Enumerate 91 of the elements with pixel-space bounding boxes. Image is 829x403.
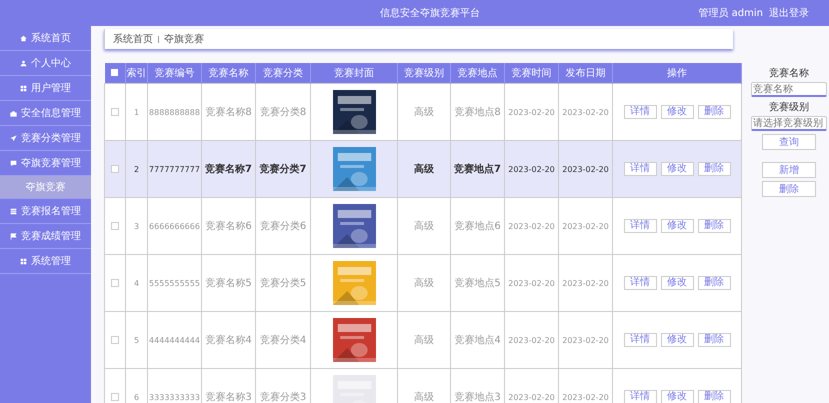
action-button[interactable]: 修改 [660, 162, 694, 176]
breadcrumb-link[interactable]: 系统首页 [113, 32, 153, 46]
action-button[interactable]: 详情 [624, 333, 656, 347]
action-button[interactable]: 修改 [660, 276, 694, 290]
table-cell: 竞赛名称7 [202, 140, 256, 198]
table-cell: 竞赛分类6 [256, 198, 310, 254]
table-cell: 2023-02-20 [558, 198, 612, 254]
select-all-checkbox[interactable] [111, 69, 118, 76]
user-label: 管理员 admin [698, 7, 763, 20]
table-cell: 竞赛地点4 [450, 312, 504, 368]
table-cell: 竞赛名称4 [202, 312, 256, 368]
person-icon [20, 60, 27, 66]
logout-link[interactable]: 退出登录 [769, 6, 809, 20]
table-cell: 竞赛名称6 [202, 198, 256, 254]
table-cell: 2023-02-20 [504, 254, 558, 312]
action-button[interactable]: 删除 [698, 390, 730, 403]
grid-icon [20, 258, 27, 264]
table-cell: 竞赛地点7 [450, 140, 504, 198]
table-cell: 3 [126, 198, 148, 254]
table-cell: 7777777777 [148, 140, 202, 198]
table-cell: 5555555555 [148, 254, 202, 312]
action-button[interactable]: 删除 [698, 162, 730, 176]
separator-icon [158, 36, 159, 42]
site-title: 信息安全夺旗竞赛平台 [380, 6, 481, 20]
table-cell: 2023-02-20 [504, 312, 558, 368]
add-button[interactable]: 新增 [762, 162, 816, 178]
action-button[interactable]: 修改 [660, 390, 694, 403]
action-button[interactable]: 详情 [624, 219, 656, 233]
home-icon [20, 34, 27, 42]
action-button[interactable]: 详情 [624, 105, 656, 119]
plane-icon [10, 134, 17, 142]
column-header: 竞赛名称 [202, 63, 256, 84]
column-header: 竞赛地点 [450, 63, 504, 84]
table-cell: 高级 [398, 312, 450, 368]
table-cell: 2023-02-20 [504, 198, 558, 254]
row-checkbox[interactable] [111, 336, 119, 344]
table-cell: 竞赛地点6 [450, 198, 504, 254]
grid-icon [20, 84, 27, 92]
table-cell: 竞赛分类4 [256, 312, 310, 368]
table-cell: 竞赛分类5 [256, 254, 310, 312]
table-cell: 2023-02-20 [558, 140, 612, 198]
action-button[interactable]: 详情 [624, 276, 656, 290]
table-cell: 6666666666 [148, 198, 202, 254]
column-header: 竞赛级别 [398, 63, 450, 84]
row-checkbox[interactable] [111, 222, 119, 230]
delete-button[interactable]: 删除 [762, 181, 816, 197]
column-header: 索引 [126, 63, 148, 84]
action-button[interactable]: 详情 [624, 162, 656, 176]
query-button[interactable]: 查询 [762, 134, 816, 150]
action-button[interactable]: 删除 [698, 333, 730, 347]
row-checkbox[interactable] [111, 164, 119, 173]
table-cell: 5 [126, 312, 148, 368]
chat-icon [10, 160, 17, 166]
list-icon [10, 208, 17, 214]
action-button[interactable]: 修改 [660, 105, 694, 119]
action-button[interactable]: 删除 [698, 105, 730, 119]
row-checkbox[interactable] [111, 278, 119, 287]
column-header: 竞赛时间 [504, 63, 558, 84]
column-header: 竞赛封面 [310, 63, 398, 84]
field-label: 竞赛级别 [769, 100, 809, 114]
bag-icon [10, 110, 17, 116]
breadcrumb-link[interactable]: 夺旗竞赛 [164, 32, 204, 46]
table-cell: 2023-02-20 [504, 140, 558, 198]
flag-icon [10, 232, 17, 240]
column-header: 竞赛分类 [256, 63, 310, 84]
table-cell: 高级 [398, 198, 450, 254]
action-button[interactable]: 修改 [660, 333, 694, 347]
action-button[interactable]: 详情 [624, 390, 656, 403]
column-header: 操作 [612, 63, 742, 84]
column-header: 竞赛编号 [148, 63, 202, 84]
table-cell: 2023-02-20 [558, 312, 612, 368]
row-checkbox[interactable] [111, 108, 119, 116]
level-select[interactable]: 请选择竞赛级别 [751, 116, 827, 131]
table-cell: 高级 [398, 140, 450, 198]
table-cell: 竞赛地点5 [450, 254, 504, 312]
action-button[interactable]: 修改 [660, 219, 694, 233]
field-label: 竞赛名称 [769, 66, 809, 80]
table-cell: 4444444444 [148, 312, 202, 368]
row-checkbox[interactable] [111, 392, 119, 401]
column-header: 发布日期 [558, 63, 612, 84]
sidebar-subitem[interactable]: 夺旗竞赛 [0, 176, 91, 199]
table-cell: 高级 [398, 254, 450, 312]
table-cell: 竞赛名称5 [202, 254, 256, 312]
action-button[interactable]: 删除 [698, 276, 730, 290]
table-cell: 2 [126, 140, 148, 198]
table-cell: 4 [126, 254, 148, 312]
table-cell: 3333333333 [148, 368, 202, 403]
table-cell: 竞赛分类7 [256, 140, 310, 198]
table-cell: 2023-02-20 [558, 254, 612, 312]
name-field[interactable]: 竞赛名称 [751, 82, 827, 97]
action-button[interactable]: 删除 [698, 219, 730, 233]
